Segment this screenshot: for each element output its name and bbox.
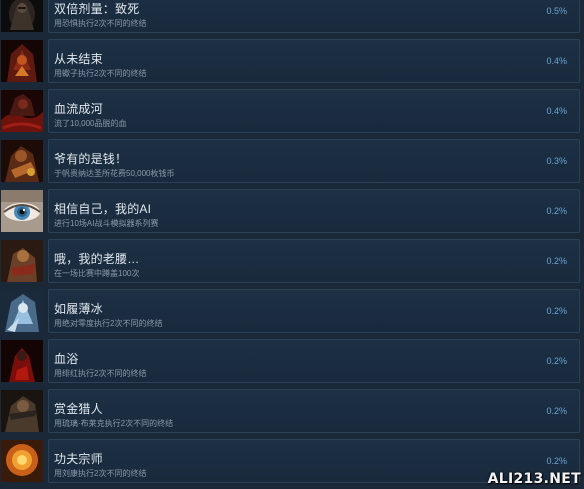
achievement-percent: 0.2% — [546, 206, 567, 216]
achievement-panel: 爷有的是钱！ 于帆贵纳达圣所花费50,000枚钱币 0.3% — [48, 139, 580, 183]
achievement-row[interactable]: 赏金猎人 用琉璃·布莱克执行2次不同的终结 0.2% — [0, 389, 584, 439]
achievement-percent: 0.3% — [546, 156, 567, 166]
achievement-panel: 相信自己，我的AI 进行10场AI战斗模拟器系列赛 0.2% — [48, 189, 580, 233]
achievement-title: 血流成河 — [54, 102, 103, 116]
achievement-row[interactable]: 相信自己，我的AI 进行10场AI战斗模拟器系列赛 0.2% — [0, 189, 584, 239]
achievement-percent: 0.2% — [546, 256, 567, 266]
achievement-title: 爷有的是钱！ — [54, 152, 128, 166]
watermark-logo: ALI213.NET — [487, 471, 581, 487]
blood-bath-icon — [1, 340, 43, 382]
achievement-description: 用绯红执行2次不同的终结 — [54, 369, 147, 378]
achievement-panel: 哦，我的老腰… 在一场比赛中蹲盖100次 0.2% — [48, 239, 580, 283]
achievement-list: 双倍剂量：致死 用恐惧执行2次不同的终结 0.5% 从未结束 用蠍子执行2次不同… — [0, 0, 584, 489]
achievement-title: 双倍剂量：致死 — [54, 2, 140, 16]
achievement-description: 用恐惧执行2次不同的终结 — [54, 19, 147, 28]
achievement-row[interactable]: 血流成河 流了10,000品脱的血 0.4% — [0, 89, 584, 139]
bounty-hunter-icon — [1, 390, 43, 432]
achievement-panel: 如履薄冰 用绝对零度执行2次不同的终结 0.2% — [48, 289, 580, 333]
achievement-description: 用琉璃·布莱克执行2次不同的终结 — [54, 419, 174, 428]
eye-icon — [1, 190, 43, 232]
achievement-row[interactable]: 哦，我的老腰… 在一场比赛中蹲盖100次 0.2% — [0, 239, 584, 289]
achievement-description: 在一场比赛中蹲盖100次 — [54, 269, 140, 278]
achievement-row[interactable]: 爷有的是钱！ 于帆贵纳达圣所花费50,000枚钱币 0.3% — [0, 139, 584, 189]
achievement-percent: 0.2% — [546, 306, 567, 316]
scorpion-icon — [1, 40, 43, 82]
achievement-title: 血浴 — [54, 352, 79, 366]
dark-warrior-icon — [1, 0, 43, 32]
blood-river-icon — [1, 90, 43, 132]
achievement-description: 进行10场AI战斗模拟器系列赛 — [54, 219, 159, 228]
achievement-row[interactable]: 如履薄冰 用绝对零度执行2次不同的终结 0.2% — [0, 289, 584, 339]
achievement-row[interactable]: 从未结束 用蠍子执行2次不同的终结 0.4% — [0, 39, 584, 89]
achievement-title: 赏金猎人 — [54, 402, 103, 416]
achievement-title: 从未结束 — [54, 52, 103, 66]
achievement-row[interactable]: 血浴 用绯红执行2次不同的终结 0.2% — [0, 339, 584, 389]
achievement-description: 流了10,000品脱的血 — [54, 119, 127, 128]
old-back-icon — [1, 240, 43, 282]
achievement-description: 用刘康执行2次不同的终结 — [54, 469, 147, 478]
achievement-panel: 血流成河 流了10,000品脱的血 0.4% — [48, 89, 580, 133]
achievement-percent: 0.2% — [546, 456, 567, 466]
achievement-title: 相信自己，我的AI — [54, 202, 152, 216]
ice-icon — [1, 290, 43, 332]
achievement-percent: 0.4% — [546, 56, 567, 66]
achievement-panel: 从未结束 用蠍子执行2次不同的终结 0.4% — [48, 39, 580, 83]
achievement-title: 哦，我的老腰… — [54, 252, 140, 266]
money-icon — [1, 140, 43, 182]
achievement-title: 功夫宗师 — [54, 452, 103, 466]
achievement-percent: 0.2% — [546, 356, 567, 366]
achievement-percent: 0.2% — [546, 406, 567, 416]
achievement-percent: 0.5% — [546, 6, 567, 16]
achievement-row[interactable]: 双倍剂量：致死 用恐惧执行2次不同的终结 0.5% — [0, 0, 584, 39]
achievement-description: 用蠍子执行2次不同的终结 — [54, 69, 147, 78]
achievement-title: 如履薄冰 — [54, 302, 103, 316]
achievement-panel: 血浴 用绯红执行2次不同的终结 0.2% — [48, 339, 580, 383]
achievement-percent: 0.4% — [546, 106, 567, 116]
achievement-description: 用绝对零度执行2次不同的终结 — [54, 319, 163, 328]
achievement-panel: 双倍剂量：致死 用恐惧执行2次不同的终结 0.5% — [48, 0, 580, 33]
kung-fu-icon — [1, 440, 43, 482]
achievement-description: 于帆贵纳达圣所花费50,000枚钱币 — [54, 169, 175, 178]
achievement-panel: 赏金猎人 用琉璃·布莱克执行2次不同的终结 0.2% — [48, 389, 580, 433]
